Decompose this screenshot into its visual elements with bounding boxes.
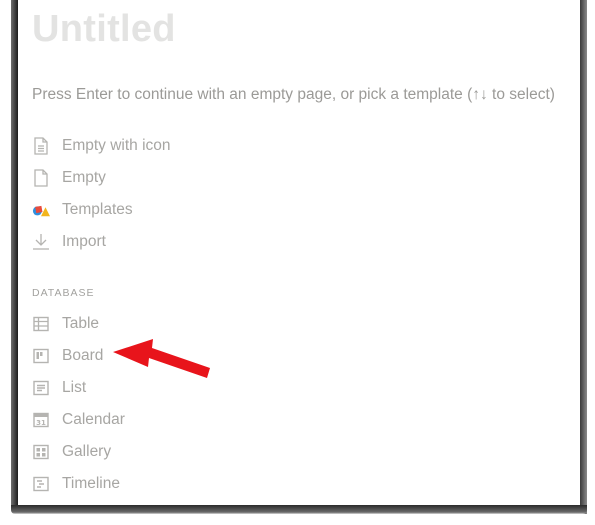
template-hint: Press Enter to continue with an empty pa… [32,86,555,103]
templates-shapes-icon [32,201,50,219]
database-item-label: Calendar [62,411,125,428]
window-shadow-bottom [11,505,587,514]
calendar-icon: 31 [32,411,50,429]
database-item-label: List [62,379,87,396]
download-arrow-icon [32,233,50,251]
database-item-gallery[interactable]: Gallery [32,439,292,465]
option-label: Empty with icon [62,137,171,154]
timeline-icon [32,475,50,493]
new-page-panel: Untitled Press Enter to continue with an… [18,0,580,505]
option-label: Templates [62,201,133,218]
option-empty[interactable]: Empty [32,165,292,191]
database-item-label: Timeline [62,475,120,492]
option-empty-with-icon[interactable]: Empty with icon [32,133,292,159]
option-label: Import [62,233,106,250]
board-icon [32,347,50,365]
annotation-arrow-shape [113,339,210,378]
database-item-label: Table [62,315,100,332]
annotation-arrow [113,339,210,378]
database-item-timeline[interactable]: Timeline [32,471,292,497]
list-icon [32,379,50,397]
database-item-calendar[interactable]: 31 Calendar [32,407,292,433]
database-section-label: DATABASE [32,287,95,299]
option-import[interactable]: Import [32,229,292,255]
option-templates[interactable]: Templates [32,197,292,223]
page-title[interactable]: Untitled [32,8,176,51]
database-item-table[interactable]: Table [32,311,292,337]
table-icon [32,315,50,333]
gallery-icon [32,443,50,461]
calendar-icon-date: 31 [36,419,46,427]
option-label: Empty [62,169,106,186]
database-item-label: Gallery [62,443,112,460]
window-shadow-left [11,0,18,505]
database-item-label: Board [62,347,104,364]
window-shadow-right [580,0,587,514]
blank-page-icon [32,169,50,187]
page-with-lines-icon [32,137,50,155]
